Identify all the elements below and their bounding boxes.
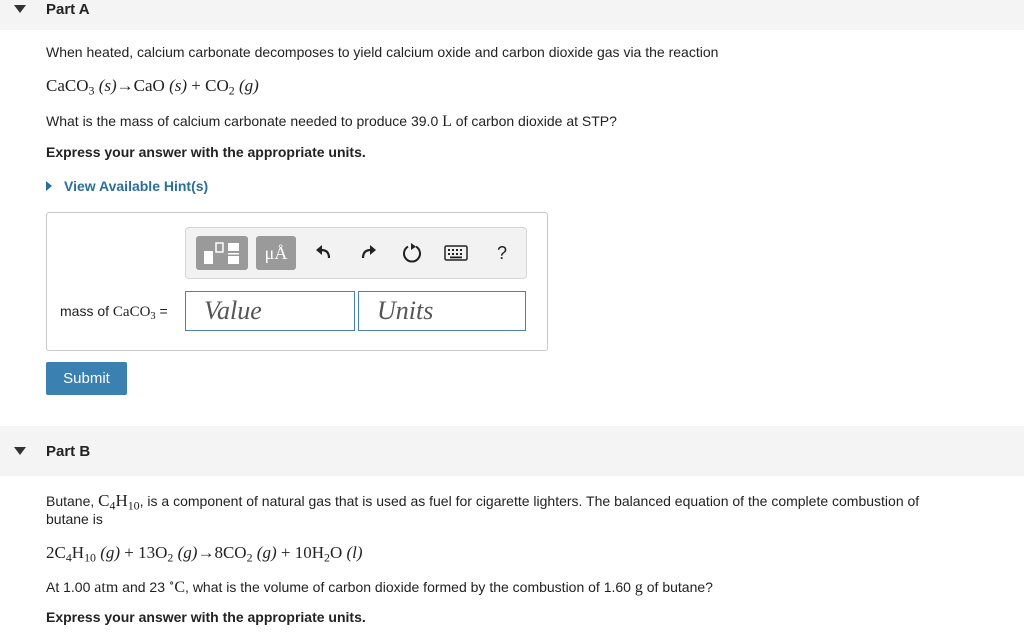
part-b-header[interactable]: Part B	[0, 426, 1024, 476]
part-b-equation: 2C4H10 (g) + 13O2 (g)→8CO2 (g) + 10H2O (…	[46, 543, 363, 565]
part-a-instruction: Express your answer with the appropriate…	[46, 144, 366, 160]
answer-box: μÅ ? mass of CaCO3 =	[46, 212, 548, 351]
part-b-instruction: Express your answer with the appropriate…	[46, 609, 366, 625]
view-hints-link[interactable]: View Available Hint(s)	[46, 178, 208, 194]
help-button[interactable]: ?	[488, 240, 516, 266]
part-b-question: At 1.00 atm and 23 ∘C, what is the volum…	[46, 577, 713, 596]
units-button-label: μÅ	[264, 242, 288, 263]
part-a-equation: CaCO3 (s)→CaO (s) + CO2 (g)	[46, 76, 259, 98]
collapse-caret-icon[interactable]	[14, 447, 26, 455]
units-button[interactable]: μÅ	[256, 236, 296, 270]
part-a-title: Part A	[46, 0, 90, 18]
units-input[interactable]	[358, 291, 526, 331]
value-input[interactable]	[185, 291, 355, 331]
submit-button[interactable]: Submit	[46, 362, 127, 395]
answer-label: mass of CaCO3 =	[60, 303, 168, 323]
part-a-header[interactable]: Part A	[0, 0, 1024, 30]
undo-icon[interactable]	[310, 240, 338, 266]
part-b-intro: Butane, C4H10, is a component of natural…	[46, 491, 920, 513]
templates-icon	[204, 242, 239, 264]
hint-label: View Available Hint(s)	[64, 178, 209, 194]
math-toolbar: μÅ ?	[185, 227, 527, 279]
part-a-intro: When heated, calcium carbonate decompose…	[46, 44, 719, 60]
templates-button[interactable]	[196, 236, 248, 270]
part-b-title: Part B	[46, 442, 91, 460]
part-a-question: What is the mass of calcium carbonate ne…	[46, 113, 617, 130]
redo-icon[interactable]	[354, 240, 382, 266]
keyboard-icon[interactable]	[442, 240, 470, 266]
part-b-intro-line2: butane is	[46, 511, 103, 527]
expand-caret-icon	[46, 181, 52, 191]
collapse-caret-icon[interactable]	[14, 5, 26, 13]
reset-icon[interactable]	[398, 240, 426, 266]
